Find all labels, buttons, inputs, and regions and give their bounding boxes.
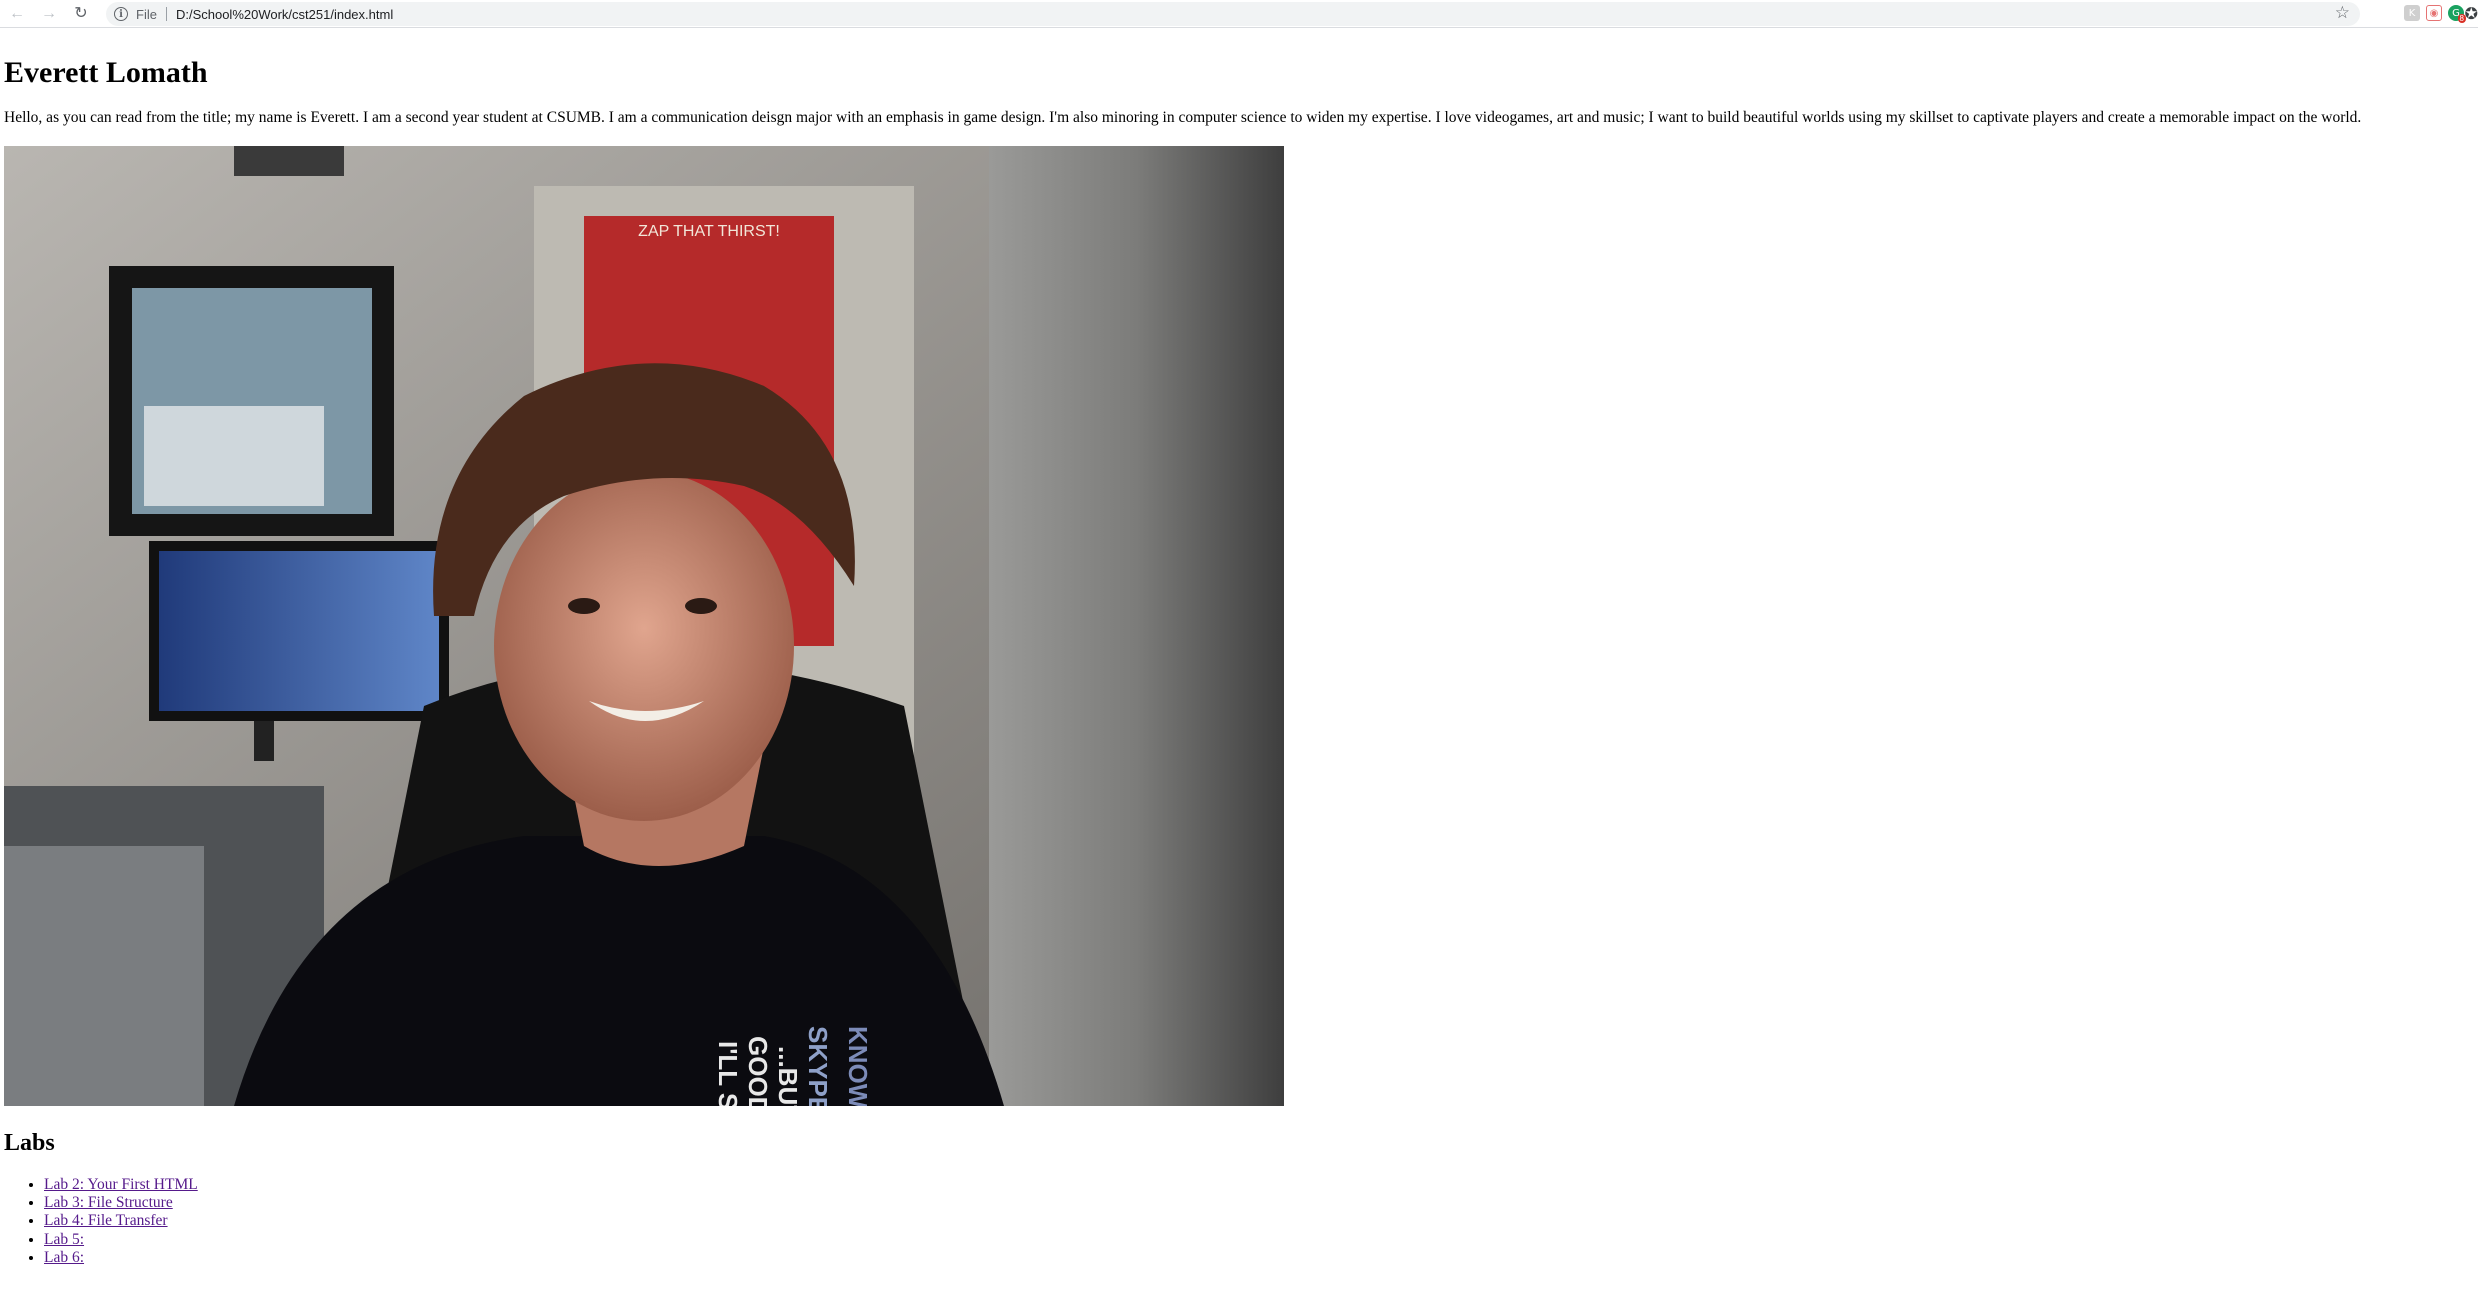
- puzzle-icon[interactable]: ✪: [2465, 4, 2478, 24]
- url-scheme-label: File: [136, 6, 157, 22]
- lab-5-link[interactable]: Lab 5:: [44, 1231, 84, 1248]
- address-bar[interactable]: i File D:/School%20Work/cst251/index.htm…: [106, 2, 2360, 26]
- intro-paragraph: Hello, as you can read from the title; m…: [4, 108, 2362, 126]
- labs-list: Lab 2: Your First HTML Lab 3: File Struc…: [4, 1176, 198, 1267]
- poster-caption: ZAP THAT THIRST!: [638, 223, 780, 240]
- info-icon[interactable]: i: [114, 7, 128, 21]
- lab-2-link[interactable]: Lab 2: Your First HTML: [44, 1176, 198, 1193]
- lab-3-link[interactable]: Lab 3: File Structure: [44, 1194, 173, 1211]
- page-title: Everett Lomath: [4, 56, 208, 89]
- labs-heading: Labs: [4, 1130, 55, 1156]
- list-item: Lab 3: File Structure: [44, 1194, 198, 1212]
- page-content: Everett Lomath Hello, as you can read fr…: [4, 30, 2474, 1266]
- lab-6-link[interactable]: Lab 6:: [44, 1249, 84, 1266]
- url-text[interactable]: D:/School%20Work/cst251/index.html: [176, 7, 393, 22]
- list-item: Lab 6:: [44, 1249, 198, 1267]
- extension-grey-icon[interactable]: K: [2404, 5, 2420, 21]
- lab-4-link[interactable]: Lab 4: File Transfer: [44, 1212, 168, 1229]
- forward-icon[interactable]: →: [38, 3, 60, 25]
- shirt-text-5: I'LL SE: [713, 1041, 743, 1106]
- browser-toolbar: ← → ↻ i File D:/School%20Work/cst251/ind…: [0, 0, 2478, 28]
- omnibox-divider: [165, 7, 167, 21]
- shirt-text-4: GOODN: [743, 1036, 773, 1106]
- profile-photo: ZAP THAT THIRST! KNOW SKYPE T ...BUT T G…: [4, 146, 1284, 1106]
- shirt-text-1: KNOW: [843, 1026, 873, 1106]
- list-item: Lab 4: File Transfer: [44, 1212, 198, 1230]
- star-icon[interactable]: ☆: [2335, 3, 2350, 23]
- shirt-text-3: ...BUT T: [773, 1046, 803, 1106]
- back-icon[interactable]: ←: [6, 3, 28, 25]
- reload-icon[interactable]: ↻: [70, 3, 92, 25]
- list-item: Lab 5:: [44, 1231, 198, 1249]
- shirt-text-2: SKYPE T: [803, 1026, 833, 1106]
- extension-red-icon[interactable]: ◉: [2426, 5, 2442, 21]
- list-item: Lab 2: Your First HTML: [44, 1176, 198, 1194]
